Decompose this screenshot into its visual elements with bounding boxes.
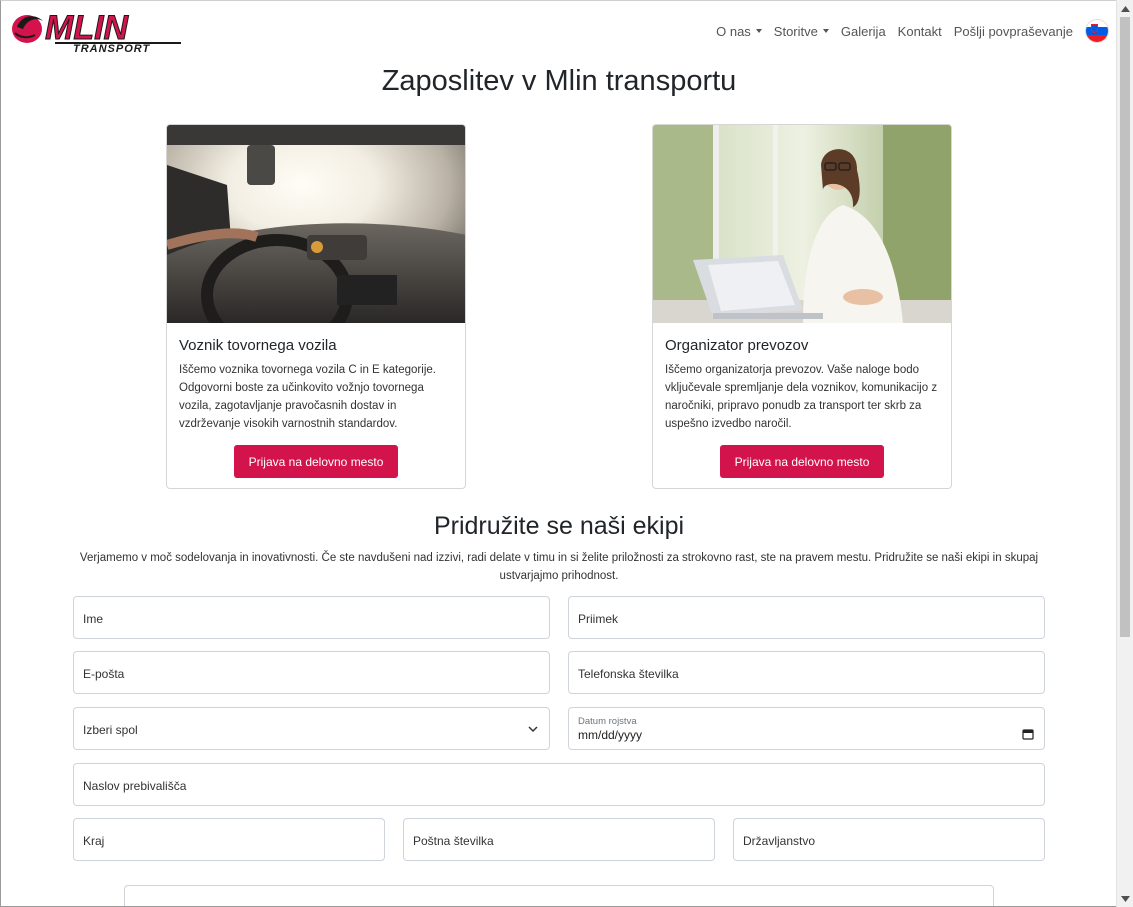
scroll-down-arrow-icon[interactable] <box>1117 890 1133 907</box>
last-name-field[interactable]: Priimek <box>568 596 1045 639</box>
nav-item-kontakt[interactable]: Kontakt <box>898 24 942 39</box>
select-value: Izberi spol <box>83 723 138 737</box>
caret-down-icon <box>822 29 829 33</box>
office-woman-laptop-photo <box>653 125 951 323</box>
nav-item-inquiry[interactable]: Pošlji povpraševanje <box>954 24 1073 39</box>
nav-item-o-nas[interactable]: O nas <box>716 24 762 39</box>
apply-button-organizer[interactable]: Prijava na delovno mesto <box>720 445 884 478</box>
first-name-field[interactable]: Ime <box>73 596 550 639</box>
vertical-scrollbar[interactable] <box>1116 0 1133 907</box>
city-field[interactable]: Kraj <box>73 818 385 861</box>
birthdate-label: Datum rojstva <box>578 716 637 727</box>
apply-button-driver[interactable]: Prijava na delovno mesto <box>234 445 398 478</box>
field-placeholder: E-pošta <box>83 667 125 681</box>
phone-field[interactable]: Telefonska številka <box>568 651 1045 694</box>
birthdate-field[interactable]: Datum rojstva mm/dd/yyyy <box>568 707 1045 750</box>
field-placeholder: Ime <box>83 612 104 626</box>
position-select[interactable] <box>124 885 994 906</box>
field-placeholder: Državljanstvo <box>743 834 816 848</box>
field-placeholder: Telefonska številka <box>578 667 679 681</box>
caret-down-icon <box>755 29 762 33</box>
postal-code-field[interactable]: Poštna številka <box>403 818 715 861</box>
job-title: Voznik tovornega vozila <box>179 337 337 354</box>
svg-text:MLIN: MLIN <box>45 9 130 47</box>
address-field[interactable]: Naslov prebivališča <box>73 763 1045 806</box>
birthdate-value: mm/dd/yyyy <box>578 728 643 742</box>
navbar: MLIN TRANSPORT O nas Storitve Galerija K… <box>1 1 1116 63</box>
svg-text:TRANSPORT: TRANSPORT <box>73 43 151 55</box>
job-card-driver: Voznik tovornega vozila Iščemo voznika t… <box>166 124 466 489</box>
nav-item-galerija[interactable]: Galerija <box>841 24 886 39</box>
field-placeholder: Naslov prebivališča <box>83 779 187 793</box>
calendar-icon[interactable] <box>1022 728 1034 740</box>
job-title: Organizator prevozov <box>665 337 809 354</box>
citizenship-field[interactable]: Državljanstvo <box>733 818 1045 861</box>
page-viewport: MLIN TRANSPORT O nas Storitve Galerija K… <box>0 0 1116 907</box>
chevron-down-icon <box>528 726 538 733</box>
email-field[interactable]: E-pošta <box>73 651 550 694</box>
truck-driver-photo <box>167 125 465 323</box>
field-placeholder: Priimek <box>578 612 619 626</box>
nav-item-storitve[interactable]: Storitve <box>774 24 829 39</box>
field-placeholder: Kraj <box>83 834 105 848</box>
page-title: Zaposlitev v Mlin transportu <box>381 65 737 97</box>
slovenia-flag-icon[interactable] <box>1085 19 1109 43</box>
mlin-transport-logo[interactable]: MLIN TRANSPORT <box>11 7 186 55</box>
nav-item-label: Storitve <box>773 23 818 39</box>
gender-select[interactable]: Izberi spol <box>73 707 550 750</box>
field-placeholder: Poštna številka <box>413 834 494 848</box>
scroll-up-arrow-icon[interactable] <box>1117 0 1133 17</box>
team-section-intro: Verjamemo v moč sodelovanja in inovativn… <box>79 552 1039 582</box>
team-section-title: Pridružite se naši ekipi <box>433 512 685 540</box>
job-description: Iščemo voznika tovornega vozila C in E k… <box>179 364 436 430</box>
job-card-organizer: Organizator prevozov Iščemo organizatorj… <box>652 124 952 489</box>
nav-menu: O nas Storitve Galerija Kontakt Pošlji p… <box>704 19 1109 43</box>
job-description: Iščemo organizatorja prevozov. Vaše nalo… <box>665 364 938 430</box>
nav-item-label: O nas <box>716 23 751 39</box>
scrollbar-thumb[interactable] <box>1120 17 1130 637</box>
